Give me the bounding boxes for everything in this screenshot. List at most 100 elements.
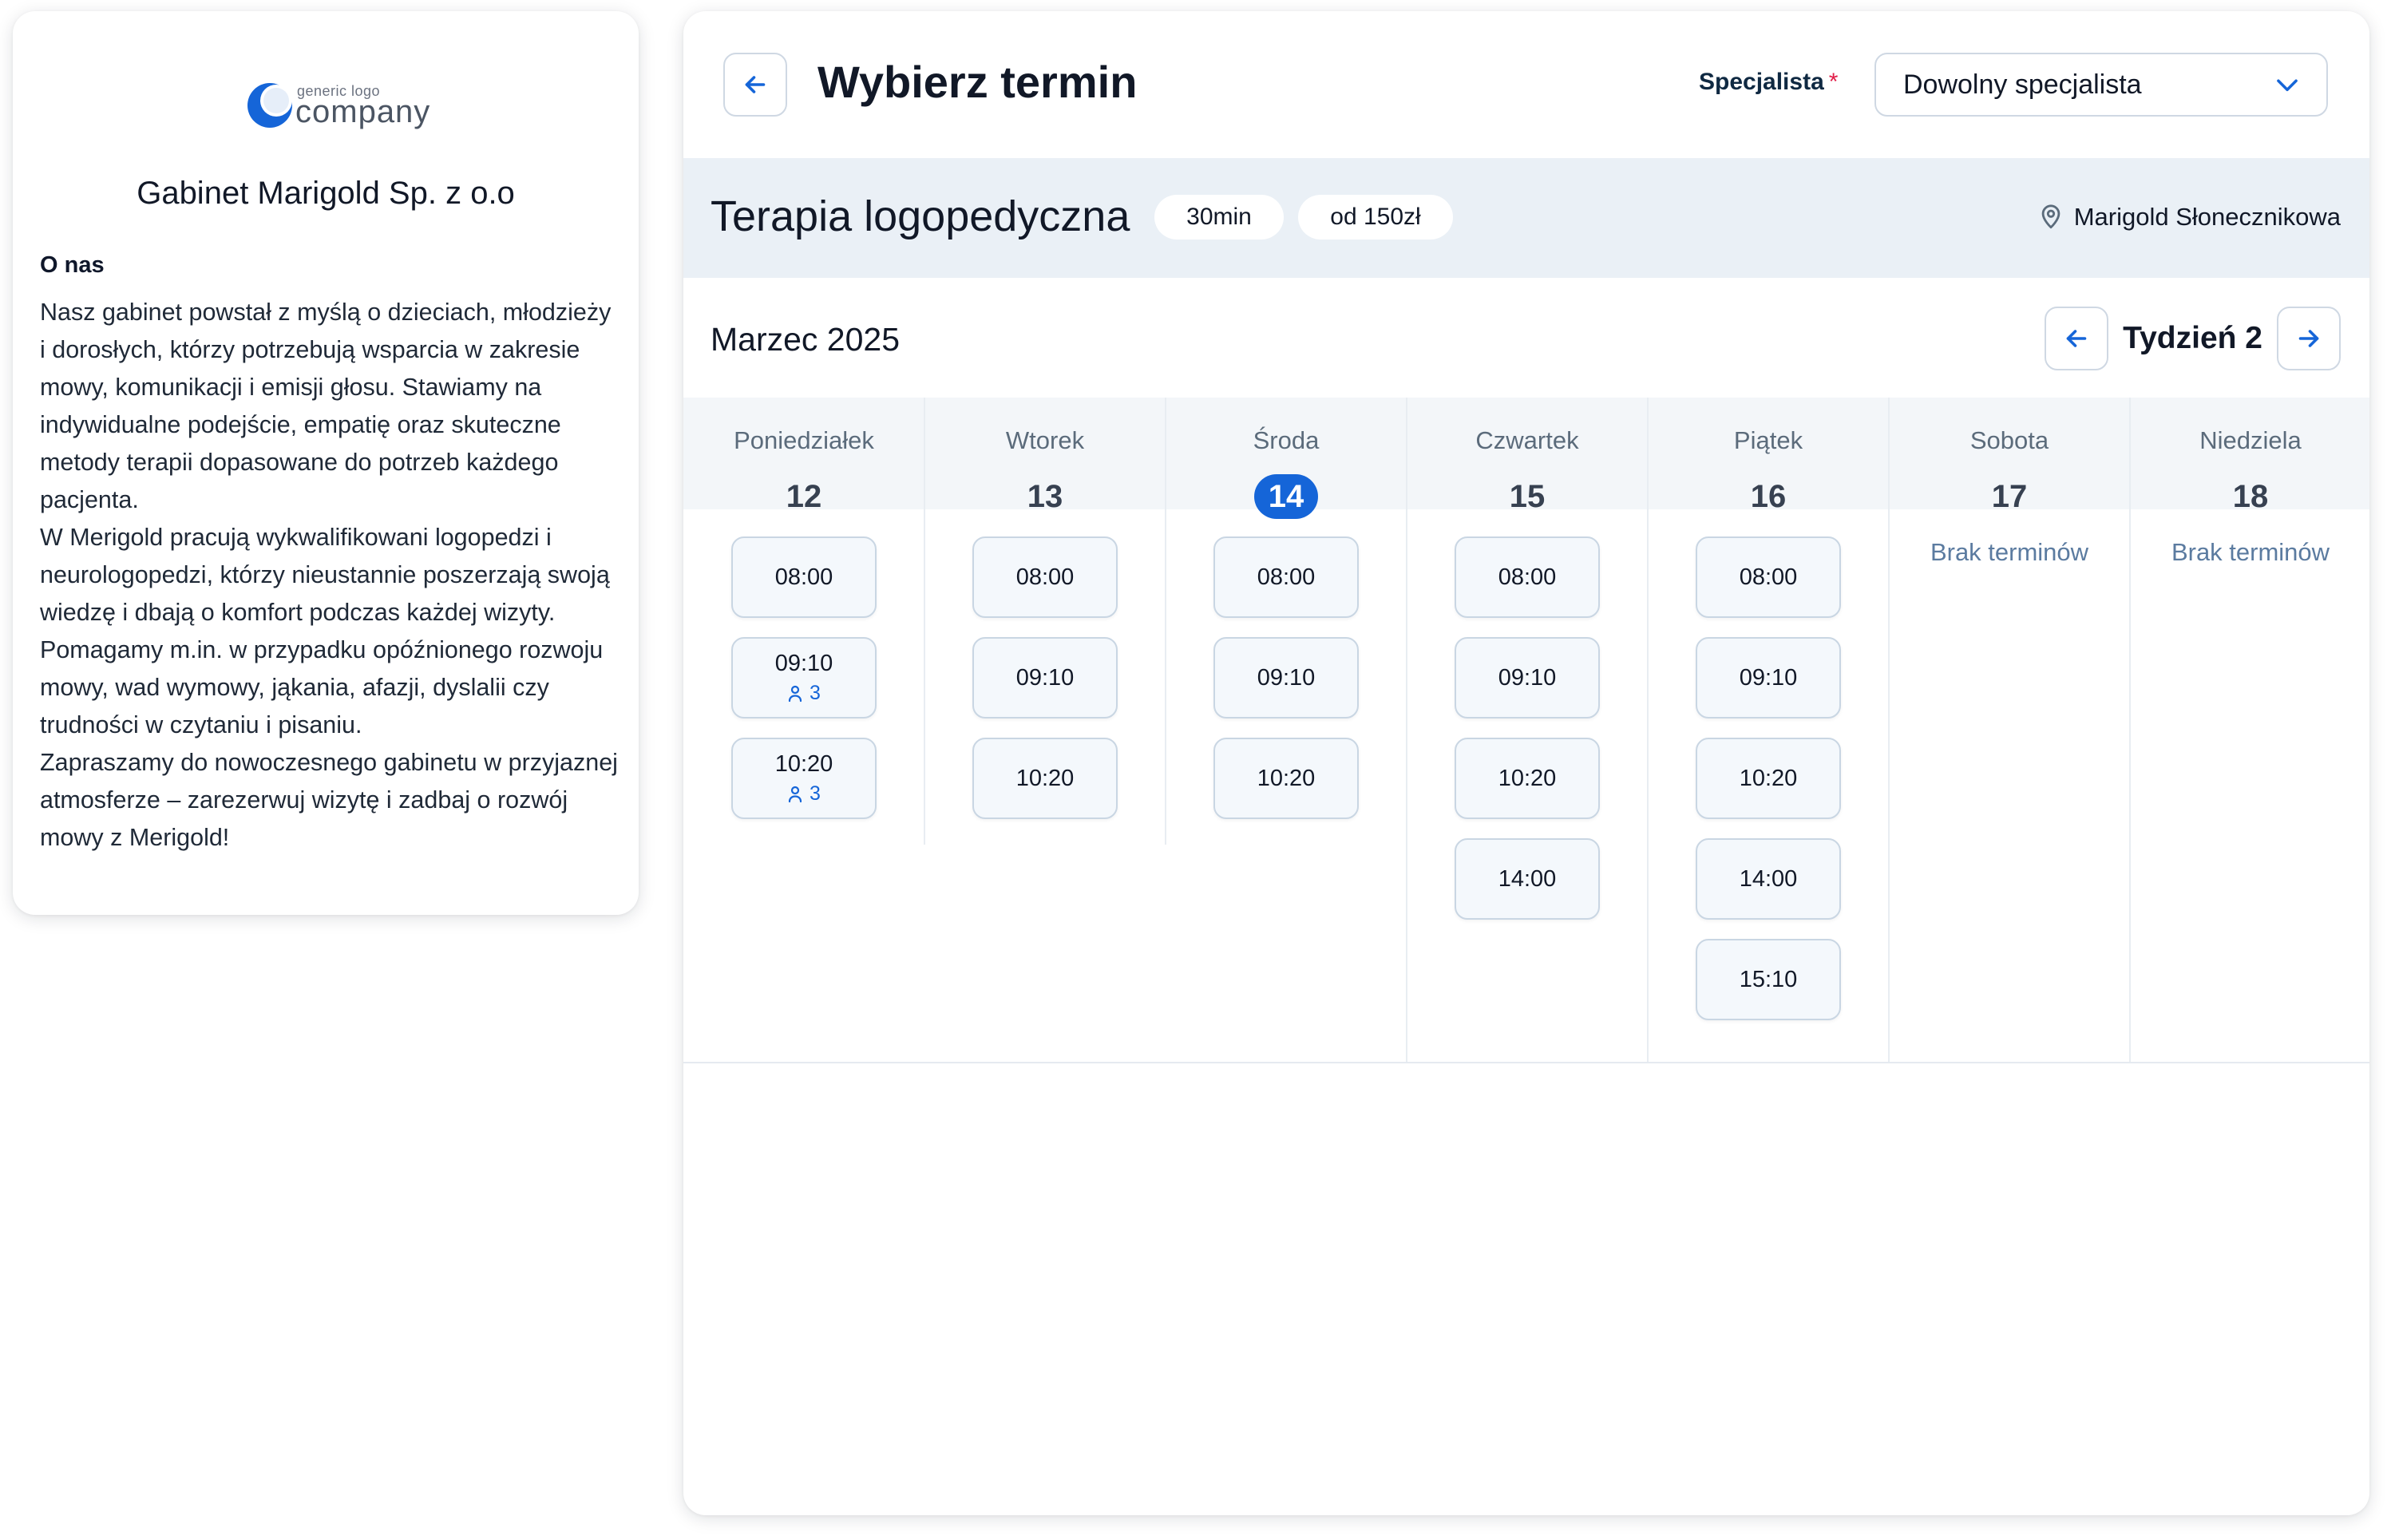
- slot-time: 09:10: [1739, 664, 1798, 691]
- about-paragraph: W Merigold pracują wykwalifikowani logop…: [40, 524, 610, 738]
- day-column: Wtorek 13 08:00 09:10 10:20: [924, 398, 1166, 1062]
- day-number: 18: [2232, 479, 2269, 514]
- slot-list: 08:00 09:10 10:20 14:00 15:10: [1648, 509, 1889, 1020]
- day-number: 16: [1750, 479, 1787, 514]
- time-slot-button[interactable]: 14:00: [1696, 838, 1841, 920]
- slot-time: 10:20: [1498, 765, 1557, 791]
- day-name: Wtorek: [1005, 426, 1085, 454]
- slot-time: 10:20: [774, 751, 833, 777]
- logo-mark-icon: [247, 83, 292, 128]
- day-column: Poniedziałek 12 08:00 09:10 3 10:20 3: [683, 398, 924, 1062]
- slot-list: 08:00 09:10 10:20: [924, 509, 1166, 819]
- day-column: Niedziela 18 Brak terminów: [2130, 398, 2369, 1062]
- column-divider: [1647, 398, 1649, 1062]
- slot-time: 08:00: [774, 564, 833, 590]
- day-header: Niedziela 18: [2130, 398, 2369, 514]
- month-label: Marzec 2025: [711, 321, 901, 358]
- location-info: Marigold Słonecznikowa: [2037, 203, 2341, 232]
- specialist-label-text: Specjalista: [1699, 69, 1824, 95]
- slot-time: 10:20: [1257, 765, 1316, 791]
- slot-capacity-count: 3: [810, 682, 821, 704]
- column-divider: [1406, 398, 1407, 1062]
- slot-time: 14:00: [1498, 865, 1557, 892]
- logo-wordmark: company: [295, 94, 431, 129]
- required-marker: *: [1828, 69, 1839, 95]
- time-slot-button[interactable]: 15:10: [1696, 939, 1841, 1020]
- slot-time: 09:10: [1015, 664, 1075, 691]
- day-column: Czwartek 15 08:00 09:10 10:20 14:00: [1407, 398, 1648, 1062]
- slot-capacity-count: 3: [810, 782, 821, 805]
- time-slot-button[interactable]: 09:10 3: [731, 637, 877, 719]
- previous-week-button[interactable]: [2045, 307, 2109, 370]
- specialist-label: Specjalista *: [1699, 69, 1838, 96]
- slot-list: 08:00 09:10 3 10:20 3: [683, 509, 924, 819]
- day-column: Sobota 17 Brak terminów: [1889, 398, 2130, 1062]
- time-slot-button[interactable]: 08:00: [1455, 536, 1600, 618]
- day-column: Środa 14 08:00 09:10 10:20: [1166, 398, 1407, 1062]
- day-number: 17: [1991, 479, 2028, 514]
- day-header: Sobota 17: [1889, 398, 2130, 514]
- day-name: Piątek: [1733, 426, 1803, 454]
- time-slot-button[interactable]: 09:10: [1455, 637, 1600, 719]
- slot-time: 08:00: [1257, 564, 1316, 590]
- day-column: Piątek 16 08:00 09:10 10:20 14:00 15:10: [1648, 398, 1889, 1062]
- slot-time: 09:10: [1257, 664, 1316, 691]
- time-slot-button[interactable]: 10:20: [1213, 738, 1359, 819]
- day-number: 15: [1509, 479, 1546, 514]
- arrow-right-icon: [2298, 330, 2319, 347]
- time-slot-button[interactable]: 14:00: [1455, 838, 1600, 920]
- slot-capacity: 3: [787, 682, 821, 705]
- about-heading: O nas: [40, 252, 105, 278]
- time-slot-button[interactable]: 08:00: [972, 536, 1118, 618]
- slot-time: 15:10: [1739, 966, 1798, 992]
- time-slot-button[interactable]: 08:00: [1696, 536, 1841, 618]
- day-header: Poniedziałek 12: [683, 398, 924, 514]
- time-slot-button[interactable]: 09:10: [1696, 637, 1841, 719]
- about-description: Nasz gabinet powstał z myślą o dzieciach…: [40, 294, 621, 857]
- no-slots-text: Brak terminów: [2171, 538, 2330, 566]
- time-slot-button[interactable]: 09:10: [972, 637, 1118, 719]
- day-name: Poniedziałek: [734, 426, 874, 454]
- column-divider: [2129, 398, 2131, 1062]
- time-slot-button[interactable]: 10:20: [1696, 738, 1841, 819]
- about-card: generic logo company Gabinet Marigold Sp…: [13, 11, 639, 915]
- time-slot-button[interactable]: 10:20: [1455, 738, 1600, 819]
- time-slot-button[interactable]: 10:20 3: [731, 738, 877, 819]
- price-badge: od 150zł: [1298, 195, 1453, 240]
- day-name: Czwartek: [1475, 426, 1579, 454]
- slot-list: 08:00 09:10 10:20 14:00: [1407, 509, 1648, 920]
- day-number: 12: [786, 479, 822, 514]
- chevron-down-icon: [2277, 79, 2298, 92]
- slot-time: 09:10: [1498, 664, 1557, 691]
- day-header: Wtorek 13: [924, 398, 1166, 514]
- service-bar: Terapia logopedyczna 30min od 150zł Mari…: [683, 158, 2369, 278]
- slot-time: 08:00: [1498, 564, 1557, 590]
- location-name: Marigold Słonecznikowa: [2073, 203, 2341, 231]
- week-navigation: Tydzień 2: [2045, 307, 2341, 370]
- slot-time: 10:20: [1739, 765, 1798, 791]
- service-name: Terapia logopedyczna: [711, 192, 1130, 240]
- week-label: Tydzień 2: [2123, 321, 2262, 355]
- time-slot-button[interactable]: 10:20: [972, 738, 1118, 819]
- time-slot-button[interactable]: 08:00: [731, 536, 877, 618]
- no-slots-text: Brak terminów: [1930, 538, 2089, 566]
- column-divider: [1165, 398, 1166, 845]
- day-name: Środa: [1253, 426, 1320, 454]
- back-button[interactable]: [723, 53, 787, 117]
- map-pin-icon: [2041, 204, 2060, 229]
- time-slot-button[interactable]: 08:00: [1213, 536, 1359, 618]
- today-date-badge: 14: [1254, 474, 1318, 519]
- company-name: Gabinet Marigold Sp. z o.o: [137, 176, 515, 211]
- person-icon: [788, 685, 802, 702]
- week-calendar: Poniedziałek 12 08:00 09:10 3 10:20 3 Wtorek 13 0…: [683, 398, 2369, 1063]
- slot-time: 09:10: [774, 651, 833, 676]
- next-week-button[interactable]: [2277, 307, 2341, 370]
- page-title: Wybierz termin: [817, 57, 1138, 107]
- time-slot-button[interactable]: 09:10: [1213, 637, 1359, 719]
- specialist-select[interactable]: Dowolny specjalista: [1874, 53, 2328, 117]
- day-header: Piątek 16: [1648, 398, 1889, 514]
- day-name: Niedziela: [2199, 426, 2302, 454]
- slot-time: 08:00: [1739, 564, 1798, 590]
- arrow-left-icon: [745, 76, 766, 93]
- day-header: Środa 14: [1166, 398, 1407, 519]
